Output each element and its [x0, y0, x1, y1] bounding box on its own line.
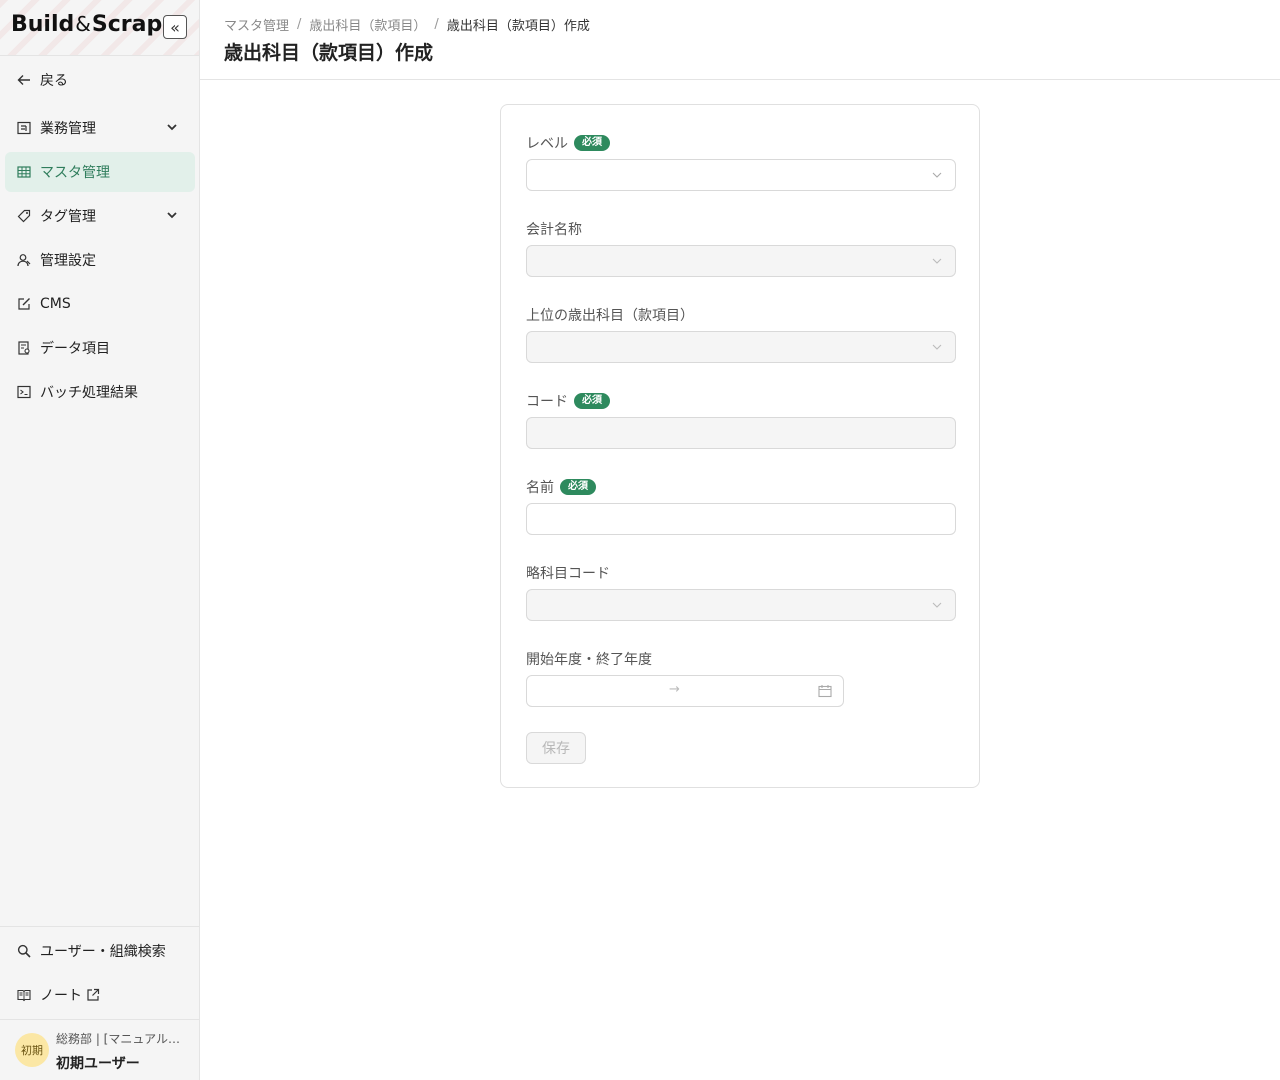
create-form: レベル 必須 会計名称 上位の歳出科目（款項目） コード 必須 名前 必須 略科… — [500, 104, 980, 788]
page-header: マスタ管理 / 歳出科目（款項目） / 歳出科目（款項目）作成 歳出科目（款項目… — [200, 0, 1280, 80]
required-badge: 必須 — [574, 135, 610, 151]
sidebar-item-label: マスタ管理 — [40, 165, 110, 181]
breadcrumb: マスタ管理 / 歳出科目（款項目） / 歳出科目（款項目）作成 — [224, 15, 590, 34]
name-input[interactable] — [526, 503, 956, 535]
parent-item-select[interactable] — [526, 331, 956, 363]
short-code-label: 略科目コード — [526, 563, 610, 583]
external-link-icon — [86, 988, 100, 1002]
level-label-text: レベル — [526, 136, 568, 152]
chevron-down-icon — [932, 344, 942, 350]
required-badge: 必須 — [574, 393, 610, 409]
chevron-down-icon — [167, 212, 177, 219]
breadcrumb-separator: / — [434, 17, 439, 32]
code-label-text: コード — [526, 394, 568, 410]
sidebar-item-user-search[interactable]: ユーザー・組織検索 — [5, 931, 195, 971]
sidebar-item-label: CMS — [40, 296, 71, 312]
arrow-left-icon — [16, 72, 32, 88]
terminal-icon — [16, 384, 32, 400]
logo-text-build: Build — [11, 12, 75, 37]
breadcrumb-item-current: 歳出科目（款項目）作成 — [446, 19, 590, 34]
user-profile[interactable]: 初期 総務部 | [マニュアル… 初期ユーザー — [0, 1020, 199, 1080]
breadcrumb-separator: / — [297, 17, 302, 32]
collapse-sidebar-button[interactable]: « — [163, 15, 187, 39]
save-button[interactable]: 保存 — [526, 732, 586, 764]
account-name-select[interactable] — [526, 245, 956, 277]
logo-text-scrap: Scrap — [91, 12, 163, 37]
code-label: コード 必須 — [526, 391, 610, 411]
sidebar-item-batch-results[interactable]: バッチ処理結果 — [5, 372, 195, 412]
task-board-icon — [16, 120, 32, 136]
user-name: 初期ユーザー — [56, 1056, 140, 1072]
chevron-down-icon — [167, 124, 177, 131]
sidebar-divider — [0, 926, 199, 927]
edit-icon — [16, 296, 32, 312]
avatar: 初期 — [15, 1033, 49, 1067]
sidebar-item-cms[interactable]: CMS — [5, 284, 195, 324]
calendar-icon — [818, 685, 832, 698]
sidebar-item-label: ノート — [40, 988, 82, 1004]
parent-item-label-text: 上位の歳出科目（款項目） — [526, 308, 694, 324]
year-range-label-text: 開始年度・終了年度 — [526, 652, 652, 668]
logo-ampersand: & — [75, 12, 91, 36]
chevron-down-icon — [932, 258, 942, 264]
chevron-down-icon — [932, 602, 942, 608]
book-icon — [16, 987, 32, 1003]
parent-item-label: 上位の歳出科目（款項目） — [526, 305, 694, 325]
code-input[interactable] — [526, 417, 956, 449]
sidebar-item-label: ユーザー・組織検索 — [40, 944, 166, 960]
sidebar-item-label: 管理設定 — [40, 253, 96, 269]
account-name-label: 会計名称 — [526, 219, 582, 239]
sidebar-item-tags[interactable]: タグ管理 — [5, 196, 195, 236]
breadcrumb-item-master[interactable]: マスタ管理 — [224, 15, 289, 34]
level-label: レベル 必須 — [526, 133, 610, 153]
search-icon — [16, 943, 32, 959]
account-name-label-text: 会計名称 — [526, 222, 582, 238]
back-link[interactable]: 戻る — [5, 60, 195, 100]
year-range-picker[interactable]: → — [526, 675, 844, 707]
sidebar-item-data-fields[interactable]: データ項目 — [5, 328, 195, 368]
logo-area: Build&Scrap « — [0, 0, 199, 56]
short-code-select[interactable] — [526, 589, 956, 621]
sidebar-item-business[interactable]: 業務管理 — [5, 108, 195, 148]
app-logo: Build&Scrap — [11, 12, 162, 37]
sidebar-item-notes[interactable]: ノート — [5, 975, 195, 1015]
level-select[interactable] — [526, 159, 956, 191]
user-organization: 総務部 | [マニュアル… — [56, 1032, 180, 1046]
page-title: 歳出科目（款項目）作成 — [224, 42, 434, 64]
short-code-label-text: 略科目コード — [526, 566, 610, 582]
table-icon — [16, 164, 32, 180]
sidebar: Build&Scrap « 戻る 業務管理 マスタ管理 タグ管理 管理設定 CM… — [0, 0, 200, 1080]
back-label: 戻る — [40, 73, 68, 89]
sidebar-item-admin-settings[interactable]: 管理設定 — [5, 240, 195, 280]
breadcrumb-item-expenditure[interactable]: 歳出科目（款項目） — [309, 15, 426, 34]
admin-users-icon — [16, 252, 32, 268]
year-range-label: 開始年度・終了年度 — [526, 649, 652, 669]
tag-icon — [16, 208, 32, 224]
sidebar-item-label: データ項目 — [40, 341, 110, 357]
chevron-down-icon — [932, 172, 942, 178]
range-arrow-icon: → — [669, 682, 680, 697]
name-label-text: 名前 — [526, 480, 554, 496]
sidebar-item-label: バッチ処理結果 — [40, 385, 138, 401]
data-file-icon — [16, 340, 32, 356]
double-chevron-left-icon: « — [170, 17, 180, 37]
sidebar-item-master[interactable]: マスタ管理 — [5, 152, 195, 192]
name-label: 名前 必須 — [526, 477, 596, 497]
required-badge: 必須 — [560, 479, 596, 495]
